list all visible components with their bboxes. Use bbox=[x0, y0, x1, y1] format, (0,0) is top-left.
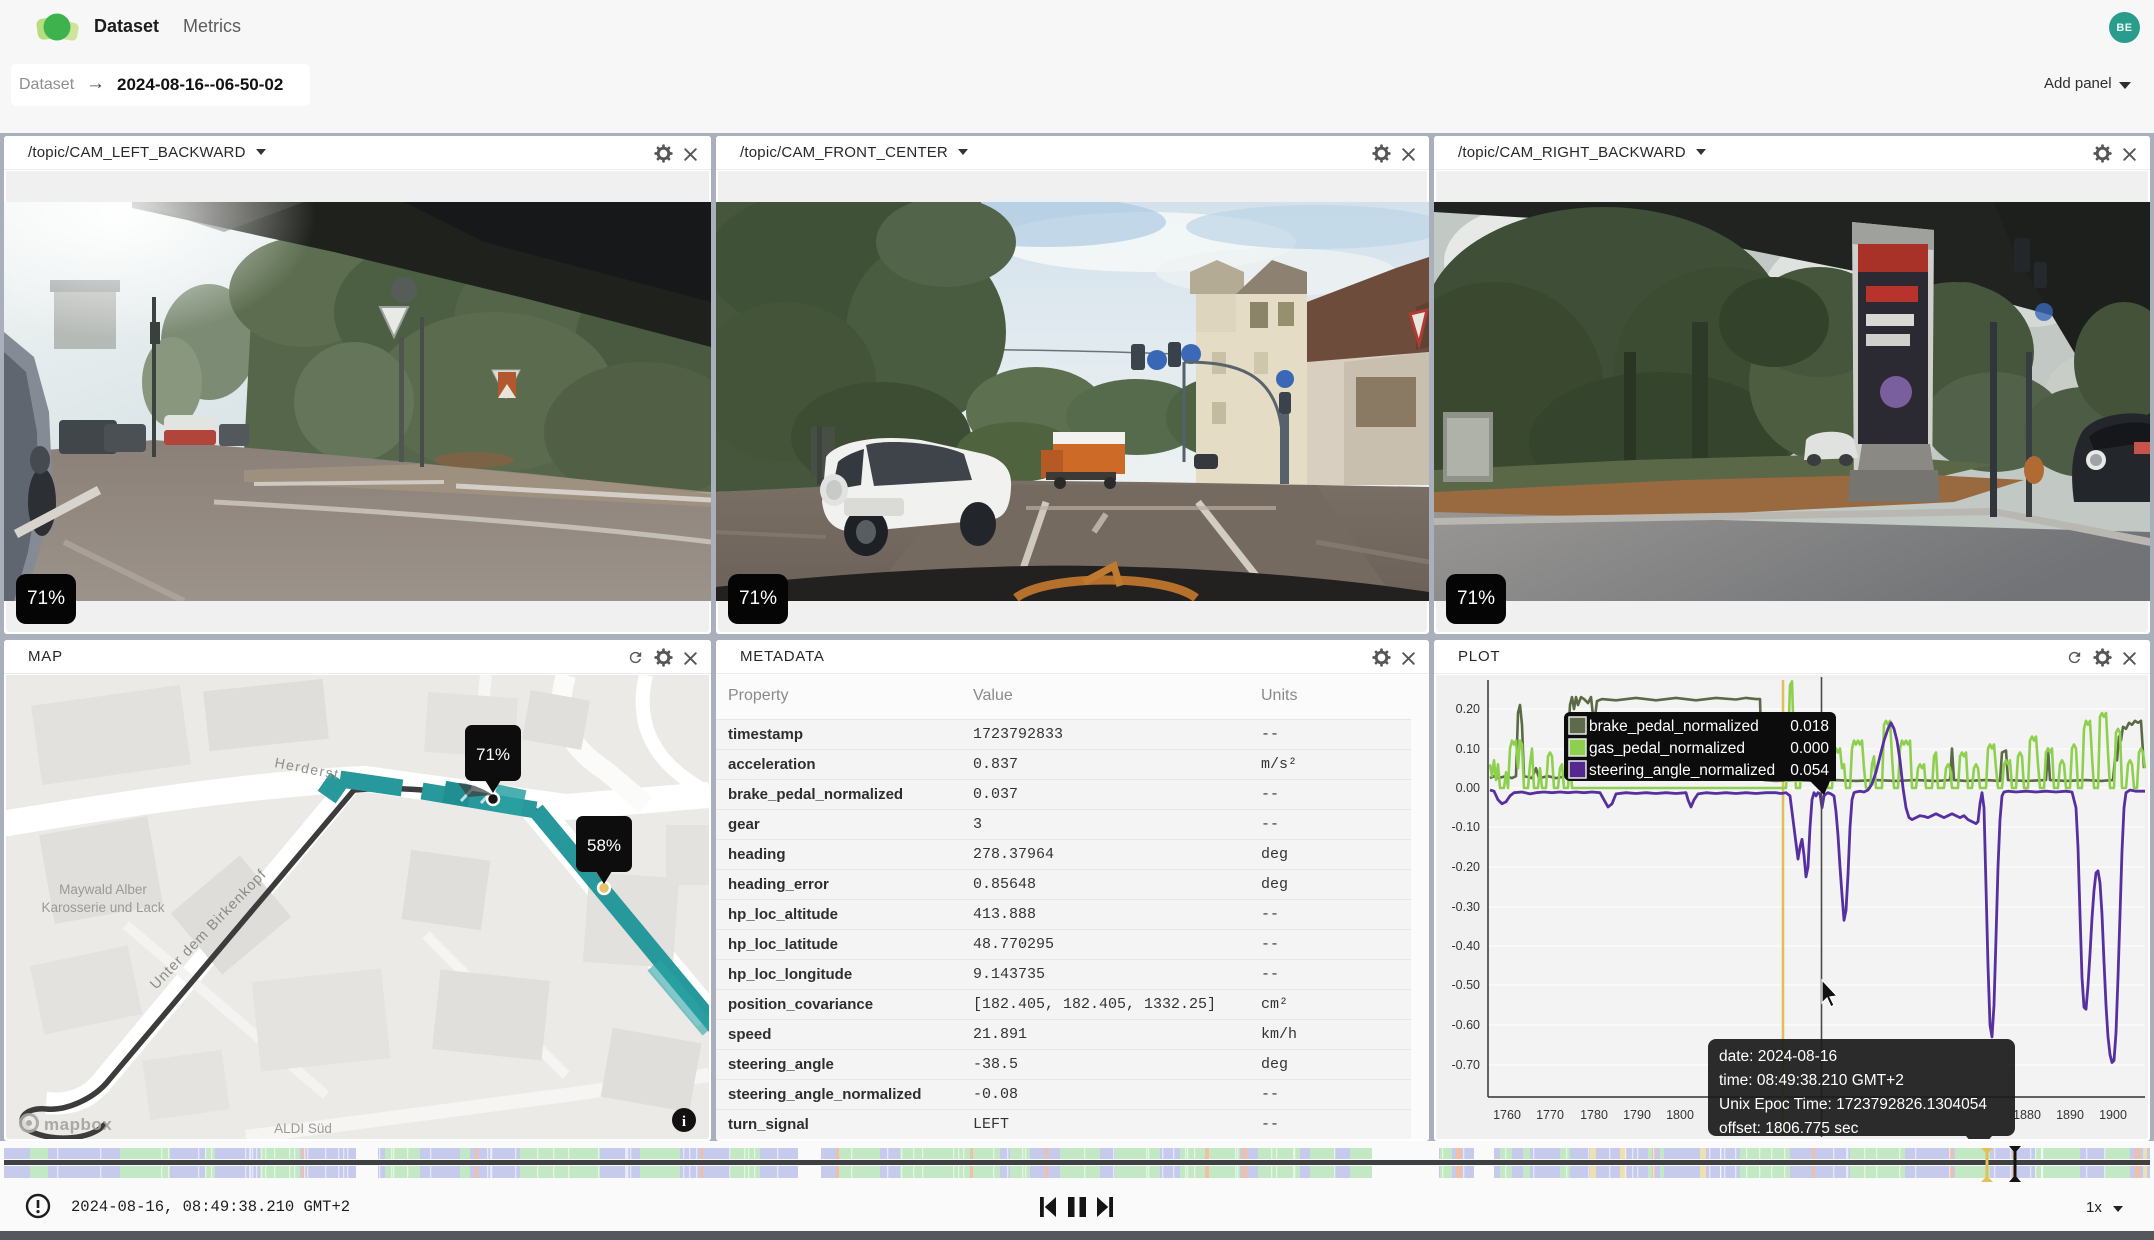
svg-text:Karosserie und Lack: Karosserie und Lack bbox=[41, 900, 164, 915]
svg-text:0.018: 0.018 bbox=[1790, 718, 1829, 735]
svg-text:i: i bbox=[682, 1114, 686, 1130]
svg-text:1800: 1800 bbox=[1666, 1108, 1694, 1122]
svg-text:brake_pedal_normalized: brake_pedal_normalized bbox=[1589, 718, 1759, 735]
svg-text:-0.60: -0.60 bbox=[1452, 1018, 1481, 1032]
svg-text:1790: 1790 bbox=[1623, 1108, 1651, 1122]
svg-text:0.10: 0.10 bbox=[1456, 742, 1480, 756]
svg-text:date: 2024-08-16: date: 2024-08-16 bbox=[1719, 1048, 1837, 1065]
svg-text:Unix Epoc Time: 1723792826.130: Unix Epoc Time: 1723792826.1304054 bbox=[1719, 1096, 1987, 1113]
svg-text:1880: 1880 bbox=[2013, 1108, 2041, 1122]
svg-text:-0.10: -0.10 bbox=[1452, 820, 1481, 834]
svg-text:time: 08:49:38.210 GMT+2: time: 08:49:38.210 GMT+2 bbox=[1719, 1072, 1904, 1089]
svg-text:1890: 1890 bbox=[2056, 1108, 2084, 1122]
svg-text:0.20: 0.20 bbox=[1456, 702, 1480, 716]
svg-text:offset: 1806.775 sec: offset: 1806.775 sec bbox=[1719, 1120, 1859, 1137]
svg-text:-0.20: -0.20 bbox=[1452, 860, 1481, 874]
svg-text:-0.50: -0.50 bbox=[1452, 978, 1481, 992]
svg-text:ALDI Süd: ALDI Süd bbox=[274, 1121, 332, 1136]
svg-text:steering_angle_normalized: steering_angle_normalized bbox=[1589, 762, 1775, 779]
svg-text:58%: 58% bbox=[587, 836, 621, 855]
svg-text:1780: 1780 bbox=[1580, 1108, 1608, 1122]
svg-text:gas_pedal_normalized: gas_pedal_normalized bbox=[1589, 740, 1745, 757]
svg-text:-0.30: -0.30 bbox=[1452, 900, 1481, 914]
svg-text:1900: 1900 bbox=[2099, 1108, 2127, 1122]
svg-text:-0.40: -0.40 bbox=[1452, 939, 1481, 953]
svg-text:-0.70: -0.70 bbox=[1452, 1058, 1481, 1072]
svg-text:0.000: 0.000 bbox=[1790, 740, 1829, 757]
svg-text:1770: 1770 bbox=[1536, 1108, 1564, 1122]
svg-text:Maywald Alber: Maywald Alber bbox=[59, 882, 147, 897]
svg-text:0.00: 0.00 bbox=[1456, 781, 1480, 795]
svg-text:mapbox: mapbox bbox=[44, 1115, 112, 1134]
svg-text:0.054: 0.054 bbox=[1790, 762, 1829, 779]
svg-text:71%: 71% bbox=[476, 745, 510, 764]
svg-text:1760: 1760 bbox=[1493, 1108, 1521, 1122]
